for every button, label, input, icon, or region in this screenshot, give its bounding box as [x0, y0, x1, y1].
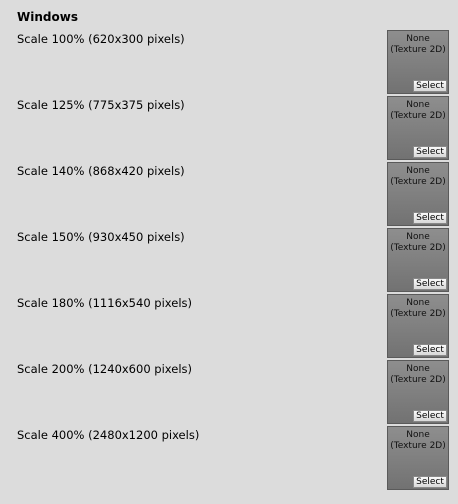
texture-field[interactable]: None (Texture 2D) Select: [387, 228, 449, 292]
texture-name: None (Texture 2D): [390, 232, 446, 253]
scale-label: Scale 400% (2480x1200 pixels): [17, 428, 200, 442]
scale-row: Scale 140% (868x420 pixels) None (Textur…: [0, 162, 458, 228]
texture-name: None (Texture 2D): [390, 430, 446, 451]
texture-name: None (Texture 2D): [390, 364, 446, 385]
scale-row: Scale 125% (775x375 pixels) None (Textur…: [0, 96, 458, 162]
scale-label: Scale 200% (1240x600 pixels): [17, 362, 192, 376]
scale-row: Scale 200% (1240x600 pixels) None (Textu…: [0, 360, 458, 426]
scale-label: Scale 150% (930x450 pixels): [17, 230, 185, 244]
select-button[interactable]: Select: [413, 410, 447, 422]
select-button[interactable]: Select: [413, 278, 447, 290]
select-button[interactable]: Select: [413, 344, 447, 356]
scale-row: Scale 180% (1116x540 pixels) None (Textu…: [0, 294, 458, 360]
scale-label: Scale 180% (1116x540 pixels): [17, 296, 192, 310]
scale-row: Scale 400% (2480x1200 pixels) None (Text…: [0, 426, 458, 492]
scale-label: Scale 125% (775x375 pixels): [17, 98, 185, 112]
select-button[interactable]: Select: [413, 80, 447, 92]
texture-field[interactable]: None (Texture 2D) Select: [387, 294, 449, 358]
select-button[interactable]: Select: [413, 476, 447, 488]
texture-name: None (Texture 2D): [390, 166, 446, 187]
section-title: Windows: [17, 10, 78, 24]
texture-field[interactable]: None (Texture 2D) Select: [387, 360, 449, 424]
texture-name: None (Texture 2D): [390, 100, 446, 121]
texture-field[interactable]: None (Texture 2D) Select: [387, 30, 449, 94]
select-button[interactable]: Select: [413, 146, 447, 158]
texture-name: None (Texture 2D): [390, 298, 446, 319]
scale-label: Scale 140% (868x420 pixels): [17, 164, 185, 178]
texture-field[interactable]: None (Texture 2D) Select: [387, 96, 449, 160]
scale-row: Scale 150% (930x450 pixels) None (Textur…: [0, 228, 458, 294]
texture-name: None (Texture 2D): [390, 34, 446, 55]
select-button[interactable]: Select: [413, 212, 447, 224]
texture-field[interactable]: None (Texture 2D) Select: [387, 162, 449, 226]
scale-label: Scale 100% (620x300 pixels): [17, 32, 185, 46]
scale-row: Scale 100% (620x300 pixels) None (Textur…: [0, 30, 458, 96]
texture-field[interactable]: None (Texture 2D) Select: [387, 426, 449, 490]
